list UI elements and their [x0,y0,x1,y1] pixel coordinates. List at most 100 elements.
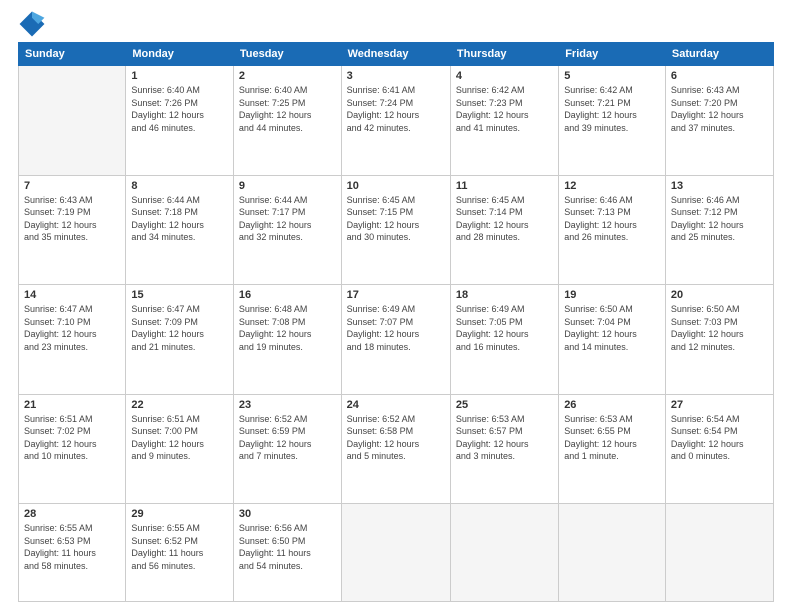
calendar-cell: 2 Sunrise: 6:40 AMSunset: 7:25 PMDaylight… [233,66,341,176]
day-info: Sunrise: 6:44 AMSunset: 7:17 PMDaylight:… [239,194,336,244]
calendar-cell: 6 Sunrise: 6:43 AMSunset: 7:20 PMDaylight… [665,66,773,176]
calendar-header-row: SundayMondayTuesdayWednesdayThursdayFrid… [19,43,774,66]
day-info: Sunrise: 6:52 AMSunset: 6:58 PMDaylight:… [347,413,445,463]
calendar-cell: 18 Sunrise: 6:49 AMSunset: 7:05 PMDayligh… [450,285,558,395]
calendar-cell: 16 Sunrise: 6:48 AMSunset: 7:08 PMDayligh… [233,285,341,395]
calendar-cell: 25 Sunrise: 6:53 AMSunset: 6:57 PMDayligh… [450,394,558,504]
day-number: 26 [564,399,660,411]
day-number: 25 [456,399,553,411]
day-number: 29 [131,508,228,520]
day-number: 17 [347,289,445,301]
col-header-friday: Friday [559,43,666,66]
calendar-cell: 7 Sunrise: 6:43 AMSunset: 7:19 PMDaylight… [19,175,126,285]
day-info: Sunrise: 6:42 AMSunset: 7:21 PMDaylight:… [564,84,660,134]
week-row-1: 1 Sunrise: 6:40 AMSunset: 7:26 PMDaylight… [19,66,774,176]
day-info: Sunrise: 6:47 AMSunset: 7:09 PMDaylight:… [131,303,228,353]
calendar-cell: 22 Sunrise: 6:51 AMSunset: 7:00 PMDayligh… [126,394,234,504]
calendar-cell [19,66,126,176]
day-info: Sunrise: 6:41 AMSunset: 7:24 PMDaylight:… [347,84,445,134]
day-info: Sunrise: 6:45 AMSunset: 7:14 PMDaylight:… [456,194,553,244]
col-header-sunday: Sunday [19,43,126,66]
calendar-cell: 4Sunrise: 6:42 AMSunset: 7:23 PMDaylight… [450,66,558,176]
day-info: Sunrise: 6:50 AMSunset: 7:04 PMDaylight:… [564,303,660,353]
week-row-3: 14Sunrise: 6:47 AMSunset: 7:10 PMDayligh… [19,285,774,395]
day-number: 18 [456,289,553,301]
day-number: 22 [131,399,228,411]
day-number: 27 [671,399,768,411]
calendar-cell: 9 Sunrise: 6:44 AMSunset: 7:17 PMDaylight… [233,175,341,285]
calendar-cell: 23 Sunrise: 6:52 AMSunset: 6:59 PMDayligh… [233,394,341,504]
day-info: Sunrise: 6:48 AMSunset: 7:08 PMDaylight:… [239,303,336,353]
logo-icon [18,10,46,38]
calendar-cell: 26Sunrise: 6:53 AMSunset: 6:55 PMDayligh… [559,394,666,504]
calendar-cell [559,504,666,602]
day-info: Sunrise: 6:44 AMSunset: 7:18 PMDaylight:… [131,194,228,244]
day-info: Sunrise: 6:47 AMSunset: 7:10 PMDaylight:… [24,303,120,353]
calendar-cell: 21 Sunrise: 6:51 AMSunset: 7:02 PMDayligh… [19,394,126,504]
day-number: 3 [347,70,445,82]
calendar-cell: 27 Sunrise: 6:54 AMSunset: 6:54 PMDayligh… [665,394,773,504]
day-info: Sunrise: 6:40 AMSunset: 7:25 PMDaylight:… [239,84,336,134]
day-number: 13 [671,180,768,192]
day-number: 21 [24,399,120,411]
calendar-cell: 11 Sunrise: 6:45 AMSunset: 7:14 PMDayligh… [450,175,558,285]
calendar-cell: 13 Sunrise: 6:46 AMSunset: 7:12 PMDayligh… [665,175,773,285]
day-number: 19 [564,289,660,301]
day-number: 30 [239,508,336,520]
day-number: 6 [671,70,768,82]
page: SundayMondayTuesdayWednesdayThursdayFrid… [0,0,792,612]
day-number: 23 [239,399,336,411]
day-info: Sunrise: 6:42 AMSunset: 7:23 PMDaylight:… [456,84,553,134]
calendar-cell: 5 Sunrise: 6:42 AMSunset: 7:21 PMDaylight… [559,66,666,176]
day-info: Sunrise: 6:55 AMSunset: 6:52 PMDaylight:… [131,522,228,572]
day-number: 28 [24,508,120,520]
day-number: 24 [347,399,445,411]
day-info: Sunrise: 6:51 AMSunset: 7:00 PMDaylight:… [131,413,228,463]
calendar-cell: 24 Sunrise: 6:52 AMSunset: 6:58 PMDayligh… [341,394,450,504]
day-number: 16 [239,289,336,301]
calendar-cell: 28 Sunrise: 6:55 AMSunset: 6:53 PMDayligh… [19,504,126,602]
day-info: Sunrise: 6:54 AMSunset: 6:54 PMDaylight:… [671,413,768,463]
day-info: Sunrise: 6:40 AMSunset: 7:26 PMDaylight:… [131,84,228,134]
col-header-tuesday: Tuesday [233,43,341,66]
calendar-cell: 14Sunrise: 6:47 AMSunset: 7:10 PMDayligh… [19,285,126,395]
day-number: 20 [671,289,768,301]
header [18,10,774,38]
logo [18,10,50,38]
day-info: Sunrise: 6:45 AMSunset: 7:15 PMDaylight:… [347,194,445,244]
day-number: 9 [239,180,336,192]
col-header-wednesday: Wednesday [341,43,450,66]
day-info: Sunrise: 6:56 AMSunset: 6:50 PMDaylight:… [239,522,336,572]
calendar-cell: 12Sunrise: 6:46 AMSunset: 7:13 PMDayligh… [559,175,666,285]
day-info: Sunrise: 6:46 AMSunset: 7:13 PMDaylight:… [564,194,660,244]
calendar-cell: 3 Sunrise: 6:41 AMSunset: 7:24 PMDaylight… [341,66,450,176]
day-info: Sunrise: 6:55 AMSunset: 6:53 PMDaylight:… [24,522,120,572]
calendar-cell: 29 Sunrise: 6:55 AMSunset: 6:52 PMDayligh… [126,504,234,602]
day-info: Sunrise: 6:49 AMSunset: 7:07 PMDaylight:… [347,303,445,353]
calendar-cell: 8 Sunrise: 6:44 AMSunset: 7:18 PMDaylight… [126,175,234,285]
calendar-cell: 17 Sunrise: 6:49 AMSunset: 7:07 PMDayligh… [341,285,450,395]
day-number: 5 [564,70,660,82]
calendar-cell: 30 Sunrise: 6:56 AMSunset: 6:50 PMDayligh… [233,504,341,602]
col-header-saturday: Saturday [665,43,773,66]
day-number: 1 [131,70,228,82]
day-number: 11 [456,180,553,192]
day-number: 7 [24,180,120,192]
col-header-monday: Monday [126,43,234,66]
day-info: Sunrise: 6:51 AMSunset: 7:02 PMDaylight:… [24,413,120,463]
day-info: Sunrise: 6:46 AMSunset: 7:12 PMDaylight:… [671,194,768,244]
day-info: Sunrise: 6:43 AMSunset: 7:20 PMDaylight:… [671,84,768,134]
day-info: Sunrise: 6:52 AMSunset: 6:59 PMDaylight:… [239,413,336,463]
day-number: 10 [347,180,445,192]
day-info: Sunrise: 6:49 AMSunset: 7:05 PMDaylight:… [456,303,553,353]
day-number: 2 [239,70,336,82]
calendar-cell: 1 Sunrise: 6:40 AMSunset: 7:26 PMDaylight… [126,66,234,176]
day-info: Sunrise: 6:43 AMSunset: 7:19 PMDaylight:… [24,194,120,244]
day-info: Sunrise: 6:53 AMSunset: 6:57 PMDaylight:… [456,413,553,463]
week-row-4: 21 Sunrise: 6:51 AMSunset: 7:02 PMDayligh… [19,394,774,504]
calendar-cell [450,504,558,602]
day-number: 8 [131,180,228,192]
calendar-cell [341,504,450,602]
day-info: Sunrise: 6:50 AMSunset: 7:03 PMDaylight:… [671,303,768,353]
calendar-cell [665,504,773,602]
